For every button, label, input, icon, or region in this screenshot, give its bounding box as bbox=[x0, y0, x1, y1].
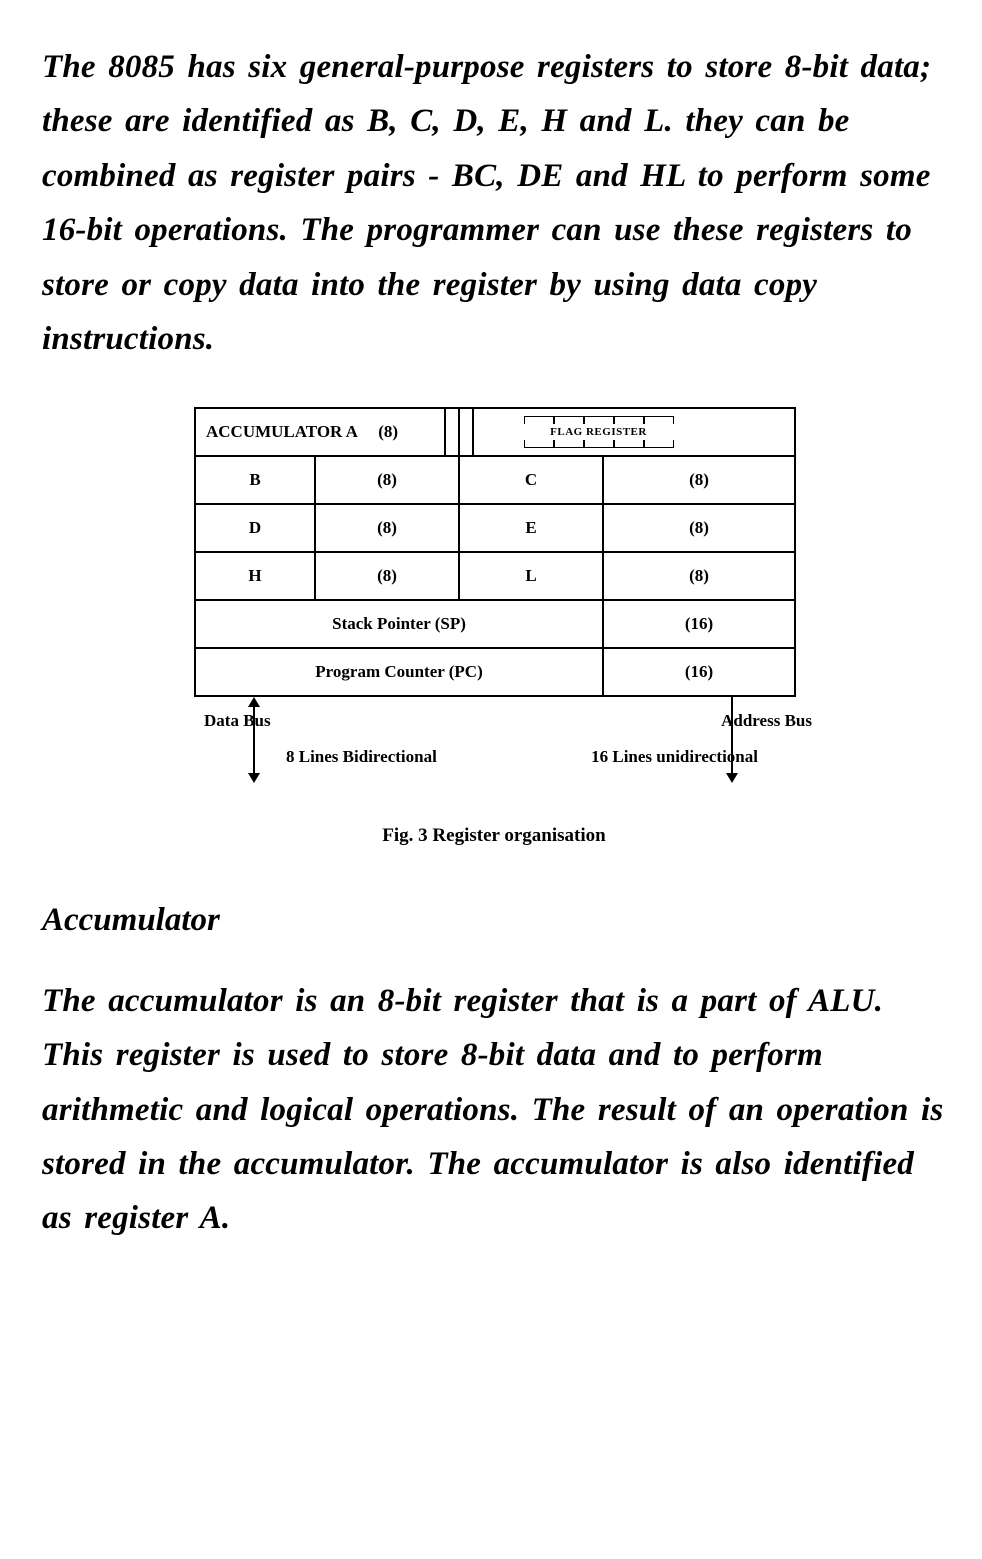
reg-b-name: B bbox=[195, 456, 315, 504]
reg-b-bits: (8) bbox=[315, 456, 459, 504]
reg-h-bits: (8) bbox=[315, 552, 459, 600]
flag-spacer bbox=[723, 408, 795, 456]
accumulator-bits: (8) bbox=[378, 422, 398, 441]
figure-caption: Fig. 3 Register organisation bbox=[194, 825, 794, 847]
reg-l-name: L bbox=[459, 552, 603, 600]
accumulator-label: ACCUMULATOR A bbox=[206, 422, 357, 441]
reg-c-bits: (8) bbox=[603, 456, 795, 504]
acc-divider-2 bbox=[459, 408, 473, 456]
reg-e-name: E bbox=[459, 504, 603, 552]
flag-bottom-ticks-icon bbox=[524, 440, 674, 448]
sp-label: Stack Pointer (SP) bbox=[195, 600, 603, 648]
register-table: ACCUMULATOR A (8) bbox=[194, 407, 796, 697]
acc-divider-1 bbox=[445, 408, 459, 456]
row-bc: B (8) C (8) bbox=[195, 456, 795, 504]
data-bus-arrow-icon bbox=[246, 697, 262, 783]
address-bus-arrow-icon bbox=[724, 697, 740, 783]
sp-bits: (16) bbox=[603, 600, 795, 648]
reg-d-name: D bbox=[195, 504, 315, 552]
row-pc: Program Counter (PC) (16) bbox=[195, 648, 795, 696]
flag-top-ticks-icon bbox=[524, 416, 674, 424]
row-hl: H (8) L (8) bbox=[195, 552, 795, 600]
pc-label: Program Counter (PC) bbox=[195, 648, 603, 696]
reg-h-name: H bbox=[195, 552, 315, 600]
pc-bits: (16) bbox=[603, 648, 795, 696]
reg-l-bits: (8) bbox=[603, 552, 795, 600]
lines-bidirectional-label: 8 Lines Bidirectional bbox=[286, 747, 437, 767]
register-diagram: ACCUMULATOR A (8) bbox=[194, 407, 794, 847]
flag-register-label: FLAG REGISTER bbox=[550, 426, 647, 438]
row-de: D (8) E (8) bbox=[195, 504, 795, 552]
intro-paragraph: The 8085 has six general-purpose registe… bbox=[42, 40, 946, 367]
accumulator-heading: Accumulator bbox=[42, 902, 946, 939]
accumulator-paragraph: The accumulator is an 8-bit register tha… bbox=[42, 974, 946, 1246]
reg-e-bits: (8) bbox=[603, 504, 795, 552]
accumulator-cell: ACCUMULATOR A (8) bbox=[195, 408, 445, 456]
bus-area: Data Bus Address Bus 8 Lines Bidirection… bbox=[194, 697, 794, 797]
reg-c-name: C bbox=[459, 456, 603, 504]
row-sp: Stack Pointer (SP) (16) bbox=[195, 600, 795, 648]
reg-d-bits: (8) bbox=[315, 504, 459, 552]
row-accumulator-flag: ACCUMULATOR A (8) bbox=[195, 408, 795, 456]
flag-register-cell: FLAG REGISTER bbox=[473, 408, 723, 456]
